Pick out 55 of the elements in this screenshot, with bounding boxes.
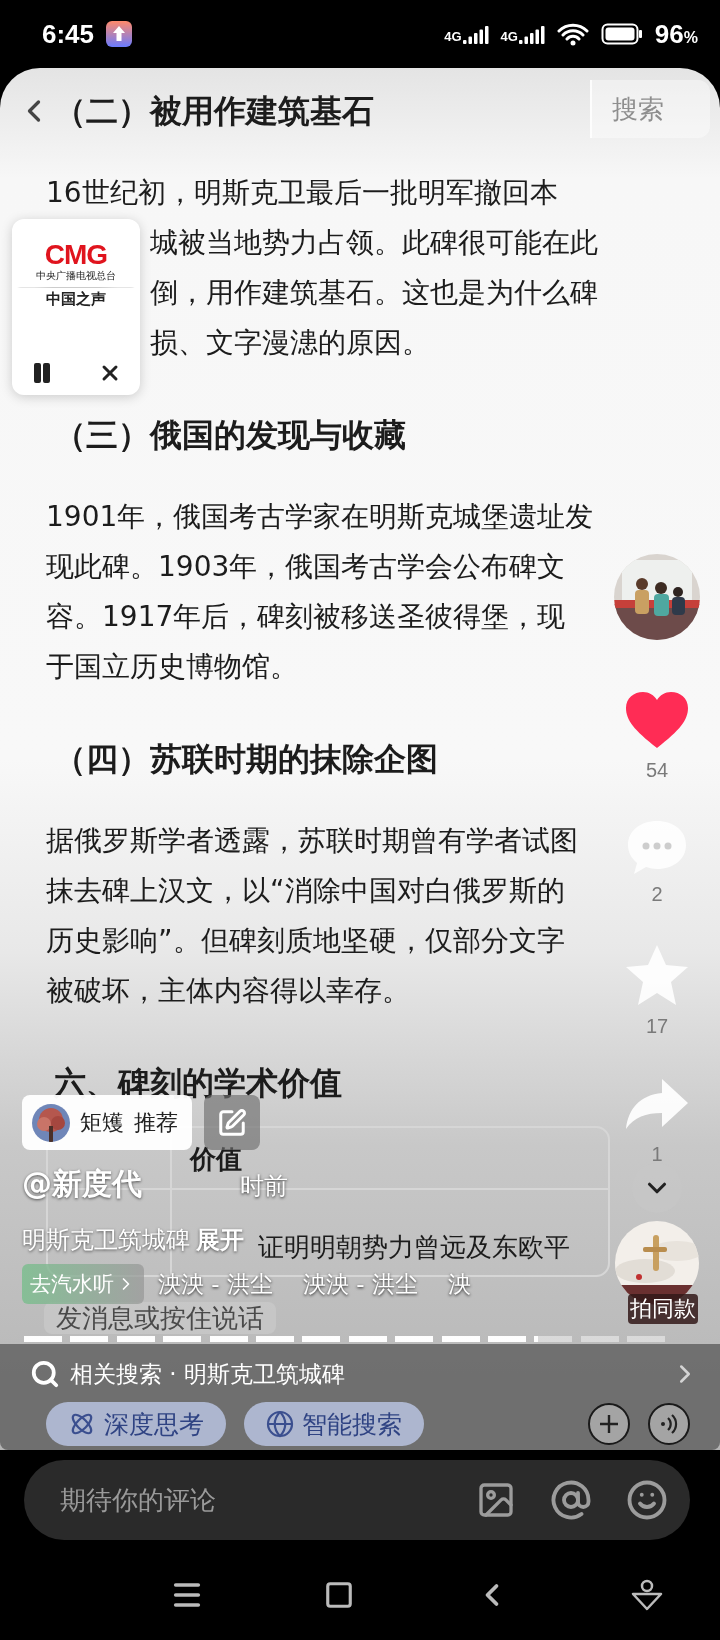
edit-icon — [217, 1107, 247, 1138]
plus-button[interactable] — [588, 1403, 630, 1445]
clock: 6:45 — [42, 18, 95, 50]
station-name: 中国之声 — [46, 290, 106, 309]
related-search-link[interactable]: 相关搜索 · 明斯克卫筑城碑 — [0, 1344, 720, 1400]
music-app-link[interactable]: 去汽水听 — [22, 1264, 144, 1304]
image-icon[interactable] — [476, 1480, 516, 1520]
chat-field[interactable]: 发消息或按住说话 — [44, 1302, 276, 1334]
network-type: 4G — [444, 29, 462, 44]
action-count: 1 — [651, 1142, 663, 1167]
mini-player[interactable]: CMG 中央广播电视总台 中国之声 — [12, 219, 140, 395]
person-icon[interactable] — [630, 1578, 664, 1612]
section-heading: （四）苏联时期的抹除企图 — [54, 739, 438, 780]
network-type: 4G — [500, 29, 518, 44]
home-icon[interactable] — [324, 1580, 354, 1610]
battery-level: 96 — [654, 18, 684, 49]
action-count: 17 — [645, 1014, 669, 1039]
table-cell: 证明明朝势力曾远及东欧平 — [258, 1232, 570, 1262]
battery-unit: % — [683, 28, 698, 46]
article-paragraph: 1901年，俄国考古学家在明斯克城堡遗址发 现此碑。1903年，俄国考古学会公布碑文 容。1917年后，碑刻被移送圣彼得堡，现 于国立历史博物馆。 — [46, 499, 594, 685]
voice-button[interactable] — [648, 1403, 690, 1445]
music-title: 泱 — [447, 1269, 471, 1299]
remix-label[interactable]: 拍同款 — [628, 1294, 698, 1324]
globe-icon — [266, 1410, 294, 1438]
section-heading: （三）俄国的发现与收藏 — [54, 415, 406, 456]
recommend-label: 推荐 — [134, 1108, 178, 1137]
action-count: 54 — [645, 758, 669, 783]
video-description: 明斯克卫筑城碑 — [22, 1225, 190, 1256]
article-paragraph: 据俄罗斯学者透露，苏联时期曾有学者试图 抹去碑上汉文，以“消除中国对白俄罗斯的 历史影响”。但碑刻质地坚硬，仅部分文字 被破坏，主体内容得以幸存。 — [46, 823, 578, 1009]
battery-icon — [600, 23, 643, 45]
article-paragraph: 16世纪初，明斯克卫最后一批明军撤回本 — [46, 175, 558, 211]
brand-logo: CMG — [44, 241, 108, 269]
assistant-chip[interactable]: 智能搜索 — [244, 1402, 424, 1446]
action-count: 2 — [651, 882, 663, 907]
heart-icon[interactable] — [624, 690, 690, 750]
comment-field[interactable]: 期待你的评论 — [58, 1483, 442, 1517]
plus-icon — [597, 1412, 621, 1436]
wifi-icon — [556, 22, 589, 46]
emoji-icon[interactable] — [626, 1479, 668, 1521]
post-time: 时前 — [240, 1172, 288, 1202]
brand-subtitle: 中央广播电视总台 — [36, 269, 116, 283]
music-title: 泱泱 - 洪尘 — [158, 1269, 273, 1299]
signal-icon — [462, 24, 489, 44]
signal-icon — [518, 24, 545, 44]
article-paragraph: 城被当地势力占领。此碑很可能在此 倒，用作建筑基石。这也是为什么碑 损、文字漫漶的原因。 — [150, 225, 598, 361]
search-icon — [30, 1359, 60, 1389]
section-heading: （二）被用作建筑基石 — [54, 91, 374, 132]
search-button[interactable]: 搜索 — [612, 91, 664, 127]
assistant-chip[interactable]: 深度思考 — [46, 1402, 226, 1446]
mention-icon[interactable] — [550, 1479, 592, 1521]
music-title: 泱泱 - 洪尘 — [302, 1269, 418, 1299]
search-field[interactable]: 搜索 — [590, 80, 710, 138]
star-icon[interactable] — [624, 943, 690, 1007]
recommender-name: 矩矱 — [80, 1108, 124, 1137]
upload-app-icon — [106, 21, 133, 47]
